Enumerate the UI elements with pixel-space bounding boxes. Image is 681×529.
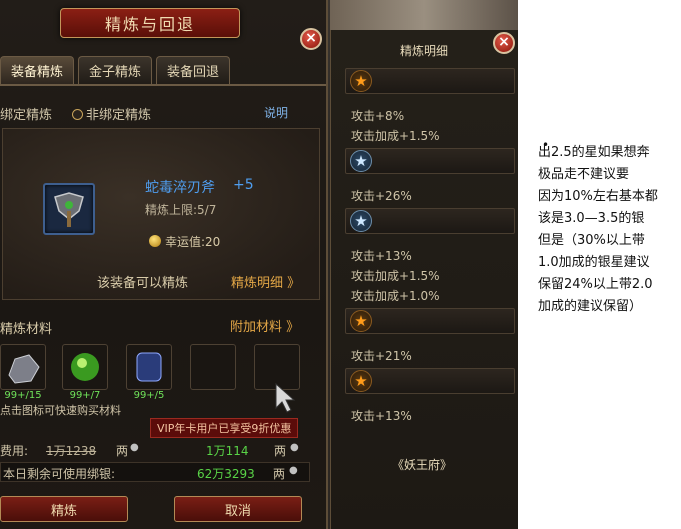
stat-line: 攻击+13% (351, 409, 412, 423)
material-slot-4[interactable] (190, 344, 236, 390)
cost-unit: 两 (274, 444, 287, 458)
blue-stone-icon (136, 352, 162, 382)
buy-tip: 点击图标可快速购买材料 (0, 404, 121, 417)
radio-icon (72, 109, 83, 120)
material-slot-1[interactable]: 99+/15 (0, 344, 46, 401)
note-line: 1.0加成的银星建议 (538, 255, 650, 270)
equipment-slot[interactable] (43, 183, 95, 235)
star-row-5: ★ (345, 368, 515, 394)
bind-option-row: 绑定精炼 非绑定精炼 说明 (0, 104, 326, 124)
tab-divider (0, 84, 326, 86)
cost-value: 1万114 (206, 444, 249, 458)
vip-discount-tip: VIP年卡用户已享受9折优惠 (150, 418, 299, 438)
close-icon[interactable]: × (493, 32, 515, 54)
unbind-refine-label: 非绑定精炼 (86, 108, 152, 123)
axe-icon (54, 192, 84, 227)
item-name: 蛇毒淬刃斧 (145, 180, 215, 196)
detail-title: 精炼明细 (399, 44, 448, 58)
stat-line: 攻击+8% (351, 109, 405, 123)
tab-equip-refine[interactable]: 装备精炼 (0, 56, 75, 84)
refine-limit: 精炼上限:5/7 (145, 203, 217, 217)
luck-icon (149, 235, 161, 247)
green-gem-icon (71, 353, 99, 381)
material-slot-2[interactable]: 99+/7 (62, 344, 108, 401)
help-link[interactable]: 说明 (264, 104, 288, 121)
refine-window: 精炼与回退 × 装备精炼 金子精炼 装备回退 绑定精炼 非绑定精炼 说明 蛇毒淬… (0, 0, 328, 529)
luck-text: 幸运值:20 (165, 235, 221, 249)
original-cost-unit: 两 (116, 444, 129, 458)
star-row-4: ★ (345, 308, 515, 334)
stat-line: 攻击+21% (351, 349, 412, 363)
tab-equip-rollback[interactable]: 装备回退 (156, 56, 231, 84)
annotation-note: 出2.5的星如果想奔 极品走不建议要 因为10%左右基本都 该是3.0—3.5的… (538, 142, 681, 318)
remaining-value: 62万3293 (197, 467, 255, 481)
star-row-3: ★ (345, 208, 515, 234)
silver-icon: ● (289, 465, 298, 476)
bind-refine-radio[interactable]: 绑定精炼 (0, 104, 52, 123)
stat-line: 攻击+13% (351, 249, 412, 263)
star-row-2: ★ (345, 148, 515, 174)
refinable-status: 该装备可以精炼 (97, 276, 189, 291)
cursor-icon (275, 382, 296, 413)
equipment-panel: 蛇毒淬刃斧 +5 精炼上限:5/7 幸运值:20 该装备可以精炼 精炼明细 》 (2, 128, 320, 300)
window-title: 精炼与回退 (60, 8, 240, 38)
note-line: 因为10%左右基本都 (538, 189, 658, 204)
note-line: 加成的建议保留） (538, 299, 643, 314)
close-icon[interactable]: × (300, 28, 322, 50)
remaining-silver-row: 本日剩余可使用绑银: 62万3293 两 ● (0, 462, 310, 482)
gold-star-icon: ★ (350, 310, 372, 332)
original-cost: 1万1238 (46, 444, 97, 458)
stat-line: 攻击加成+1.5% (351, 129, 440, 143)
materials-label: 精炼材料 (0, 322, 53, 337)
silver-icon: ● (130, 442, 139, 453)
material-count: 99+/15 (4, 390, 42, 401)
material-slot-3[interactable]: 99+/5 (126, 344, 172, 401)
refine-button[interactable]: 精炼 (0, 496, 128, 522)
item-refine-level: +5 (233, 177, 254, 193)
stat-line: 攻击加成+1.5% (351, 269, 440, 283)
stat-line: 攻击加成+1.0% (351, 289, 440, 303)
silver-star-icon: ★ (350, 210, 372, 232)
gold-star-icon: ★ (350, 370, 372, 392)
tab-gold-refine[interactable]: 金子精炼 (78, 56, 153, 84)
ore-icon (8, 354, 40, 384)
remaining-label: 本日剩余可使用绑银: (3, 467, 116, 481)
tab-bar: 装备精炼 金子精炼 装备回退 (0, 56, 231, 84)
add-material-link[interactable]: 附加材料 》 (230, 316, 299, 335)
source-label: 《妖王府》 (392, 458, 453, 472)
gold-star-icon: ★ (350, 70, 372, 92)
material-count: 99+/5 (133, 390, 165, 401)
unbind-refine-radio[interactable]: 非绑定精炼 (72, 104, 151, 123)
note-line: 但是（30%以上带 (538, 233, 645, 248)
luck-value: 幸运值:20 (149, 233, 220, 250)
remaining-unit: 两 (273, 467, 286, 481)
note-line: 出2.5的星如果想奔 (538, 145, 650, 160)
note-line: 该是3.0—3.5的银 (538, 211, 645, 226)
silver-icon: ● (290, 442, 299, 453)
material-count: 99+/7 (69, 390, 101, 401)
note-line: 保留24%以上带2.0 (538, 277, 653, 292)
scene-background-strip (330, 0, 518, 30)
cost-row: 费用: 1万1238 两 ● 1万114 两 ● (0, 440, 322, 460)
cancel-button[interactable]: 取消 (174, 496, 302, 522)
stat-line: 攻击+26% (351, 189, 412, 203)
cost-label: 费用: (0, 444, 29, 458)
star-row-1: ★ (345, 68, 515, 94)
refine-detail-link[interactable]: 精炼明细 》 (231, 272, 300, 291)
refine-detail-window: 精炼明细 × ★ 攻击+8% 攻击加成+1.5% ★ 攻击+26% ★ 攻击+1… (330, 30, 518, 529)
note-line: 极品走不建议要 (538, 167, 630, 182)
silver-star-icon: ★ (350, 150, 372, 172)
